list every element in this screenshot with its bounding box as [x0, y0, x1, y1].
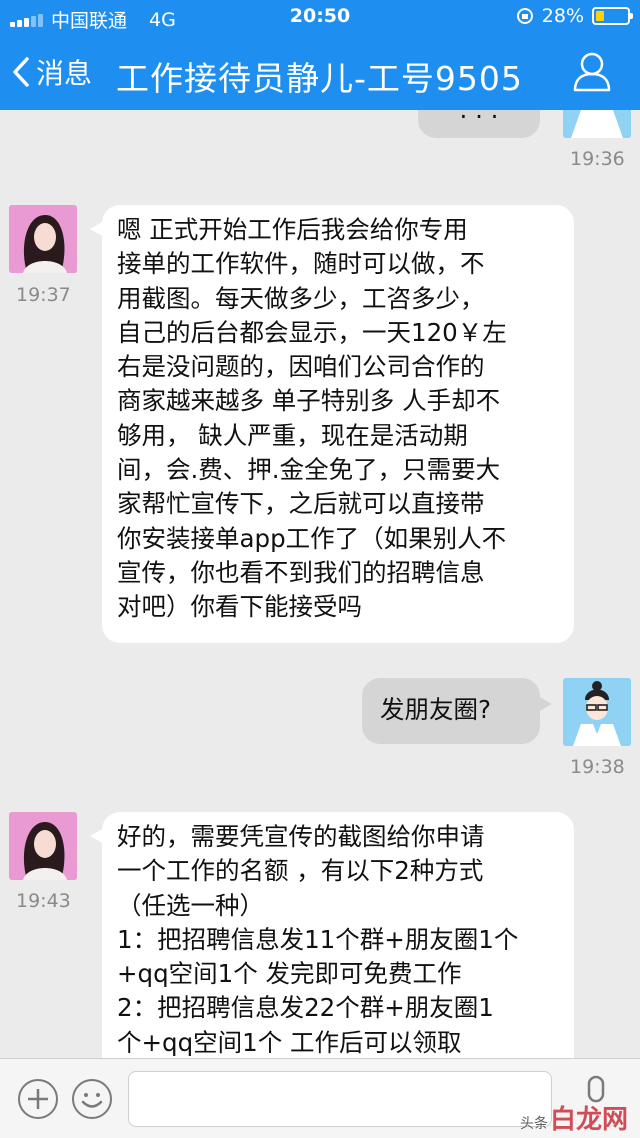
battery-icon [592, 7, 633, 25]
agent-avatar-image [9, 205, 77, 273]
add-button[interactable] [18, 1079, 58, 1119]
back-label: 消息 [36, 57, 93, 90]
message-text: · · · [459, 110, 499, 131]
battery-percent: 28% [541, 5, 584, 27]
staff-avatar[interactable] [563, 110, 631, 138]
message-text-line: 你安装接单app工作了（如果别人不 [117, 523, 507, 553]
message-input[interactable] [128, 1071, 552, 1127]
battery-fill [596, 11, 605, 21]
message-time: 19:38 [570, 756, 625, 778]
message-bubble-received[interactable]: 好的，需要凭宣传的截图给你申请 一个工作的名额 ，有以下2种方式 （任选一种） 1：把… [90, 812, 574, 1058]
message-text-line: 好的，需要凭宣传的截图给你申请 [117, 822, 485, 851]
message-text-line: 一个工作的名额 ，有以下2种方式 [117, 856, 484, 886]
chat-title: 工作接待员静儿-工号9505 [116, 59, 523, 98]
message-text-line: 右是没问题的，因咱们公司合作的 [117, 352, 485, 382]
message-text: 发朋友圈? [380, 695, 492, 724]
message-text-line: 对吧）你看下能接受吗 [117, 592, 362, 622]
message-time: 19:43 [16, 890, 71, 912]
message-bubble-sent[interactable]: · · · [418, 110, 540, 138]
message-text-line: 接单的工作软件，随时可以做，不 [117, 249, 485, 279]
message-text-line: 家帮忙宣传下，之后就可以直接带 [117, 489, 485, 519]
message-text-line: 个+qq空间1个 工作后可以领取 [117, 1027, 462, 1057]
message-text-line: 商家越来越多 单子特别多 人手却不 [117, 386, 501, 416]
watermark: 头条白龙网 [520, 1099, 628, 1136]
smiley-icon [81, 1093, 103, 1108]
person-icon [573, 52, 611, 92]
chevron-left-icon [13, 57, 29, 87]
staff-avatar[interactable] [563, 678, 631, 746]
watermark-prefix: 头条 [519, 1116, 548, 1132]
message-text-line: 间，会.费、押.金全免了，只需要大 [117, 455, 501, 485]
staff-avatar-image [563, 110, 631, 138]
message-text-line: +qq空间1个 发完即可免费工作 [117, 959, 462, 989]
message-text-line: 嗯 正式开始工作后我会给你专用 [117, 215, 468, 244]
message-time: 19:36 [570, 148, 625, 170]
agent-avatar[interactable] [9, 205, 77, 273]
message-text-line: 宣传，你也看不到我们的招聘信息 [117, 557, 485, 587]
input-bar: 头条白龙网 [0, 1058, 640, 1138]
back-button[interactable]: 消息 [12, 52, 92, 92]
message-text-line: 2：把招聘信息发22个群+朋友圈1 [117, 993, 494, 1023]
agent-avatar-image [9, 812, 77, 880]
message-bubble-sent[interactable]: 发朋友圈? [362, 678, 552, 744]
status-bar: 中国联通 4G 20:50 28% [0, 0, 640, 34]
message-bubble-received[interactable]: 嗯 正式开始工作后我会给你专用 接单的工作软件，随时可以做，不 用截图。每天做多少，… [90, 205, 574, 643]
profile-button[interactable] [572, 50, 612, 96]
orientation-lock-icon [516, 8, 533, 24]
message-time: 19:37 [16, 284, 71, 306]
chat-area[interactable]: · · · 19:36 19:37 嗯 正式开始工作后我会给你专用 接单的工作软件… [0, 110, 640, 1058]
message-text-line: 够用， 缺人严重，现在是活动期 [117, 420, 468, 450]
emoji-button[interactable] [72, 1079, 112, 1119]
watermark-text: 白龙网 [549, 1105, 628, 1135]
message-text-line: （任选一种） [117, 890, 264, 920]
staff-avatar-image [563, 678, 631, 746]
message-text-line: 自己的后台都会显示，一天120￥左 [117, 317, 507, 347]
nav-bar: 消息 工作接待员静儿-工号9505 [0, 34, 640, 110]
agent-avatar[interactable] [9, 812, 77, 880]
message-text-line: 用截图。每天做多少，工咨多少， [117, 283, 485, 313]
plus-icon [28, 1089, 48, 1109]
message-text-line: 1：把招聘信息发11个群+朋友圈1个 [117, 924, 519, 954]
battery-group: 28% [516, 5, 633, 27]
